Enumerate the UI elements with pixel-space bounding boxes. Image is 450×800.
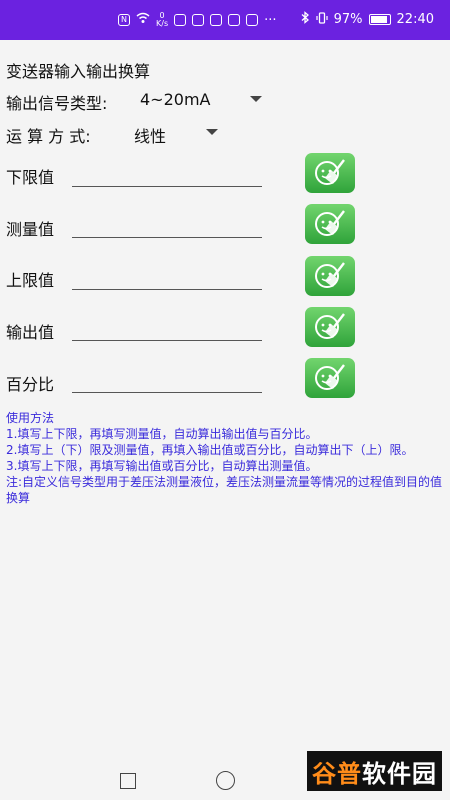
app-icon <box>174 14 187 26</box>
network-speed: 0 K/s <box>156 12 168 28</box>
status-icons-left: N 0 K/s ··· <box>118 12 277 28</box>
measured-value-label: 测量值 <box>6 220 55 239</box>
clear-percent-button[interactable] <box>305 358 355 398</box>
battery-icon <box>368 14 391 25</box>
measured-value-input[interactable] <box>72 209 262 238</box>
usage-line: 1.填写上下限，再填写测量值，自动算出输出值与百分比。 <box>6 427 318 441</box>
broom-icon <box>315 159 345 185</box>
home-icon[interactable] <box>216 771 235 790</box>
watermark-logo: 谷普 软件园 <box>307 751 442 791</box>
broom-icon <box>315 210 345 236</box>
percent-label: 百分比 <box>6 375 55 394</box>
bluetooth-icon <box>301 11 310 28</box>
upper-limit-input[interactable] <box>72 261 262 290</box>
percent-input[interactable] <box>72 364 262 393</box>
speed-unit: K/s <box>156 19 169 28</box>
clear-lower-limit-button[interactable] <box>305 153 355 193</box>
signal-type-label: 输出信号类型: <box>6 94 108 113</box>
signal-type-dropdown[interactable]: 4~20mA <box>140 90 210 109</box>
usage-instructions: 使用方法 1.填写上下限，再填写测量值，自动算出输出值与百分比。 2.填写上（下… <box>6 410 444 506</box>
usage-line: 3.填写上下限，再填写输出值或百分比，自动算出测量值。 <box>6 459 318 473</box>
clear-measured-value-button[interactable] <box>305 204 355 244</box>
output-value-label: 输出值 <box>6 323 55 342</box>
shield-icon <box>192 14 205 26</box>
sim-icon: N <box>118 14 130 26</box>
calc-mode-dropdown[interactable]: 线性 <box>134 123 166 147</box>
main-content: 变送器输入输出换算 输出信号类型: 4~20mA 运 算 方 式: 线性 下限值… <box>0 40 450 760</box>
status-icons-right: 97% 22:40 <box>301 11 434 28</box>
usage-heading: 使用方法 <box>6 411 55 425</box>
signal-type-value: 4~20mA <box>140 90 211 109</box>
calc-mode-label: 运 算 方 式: <box>6 127 91 146</box>
broom-icon <box>315 364 345 390</box>
vibrate-icon <box>316 11 328 28</box>
clear-upper-limit-button[interactable] <box>305 256 355 296</box>
usage-line: 2.填写上（下）限及测量值，再填入输出值或百分比，自动算出下（上）限。 <box>6 443 414 457</box>
broom-icon <box>315 313 345 339</box>
status-bar: N 0 K/s ··· 97% 22:40 <box>0 0 450 40</box>
usage-note: 注:自定义信号类型用于差压法测量液位，差压法测量流量等情况的过程值到目的值换算 <box>6 475 443 505</box>
more-notifications-icon: ··· <box>264 12 277 28</box>
output-value-input[interactable] <box>72 312 262 341</box>
watermark-text-b: 软件园 <box>362 759 437 788</box>
page-title: 变送器输入输出换算 <box>6 62 151 81</box>
battery-percent: 97% <box>333 12 363 27</box>
wifi-icon <box>136 12 150 28</box>
broom-icon <box>315 262 345 288</box>
clear-output-value-button[interactable] <box>305 307 355 347</box>
message-icon <box>228 14 241 26</box>
calc-mode-value: 线性 <box>134 127 167 146</box>
watermark-text-a: 谷普 <box>312 759 362 788</box>
signal-type-chevron-down-icon[interactable] <box>250 96 262 102</box>
upper-limit-label: 上限值 <box>6 271 55 290</box>
notification-icon <box>246 14 259 26</box>
lower-limit-input[interactable] <box>72 158 262 187</box>
recent-apps-icon[interactable] <box>120 773 136 789</box>
calc-mode-chevron-down-icon[interactable] <box>206 129 218 135</box>
cube-icon <box>210 14 223 26</box>
clock: 22:40 <box>396 12 434 27</box>
lower-limit-label: 下限值 <box>6 168 55 187</box>
